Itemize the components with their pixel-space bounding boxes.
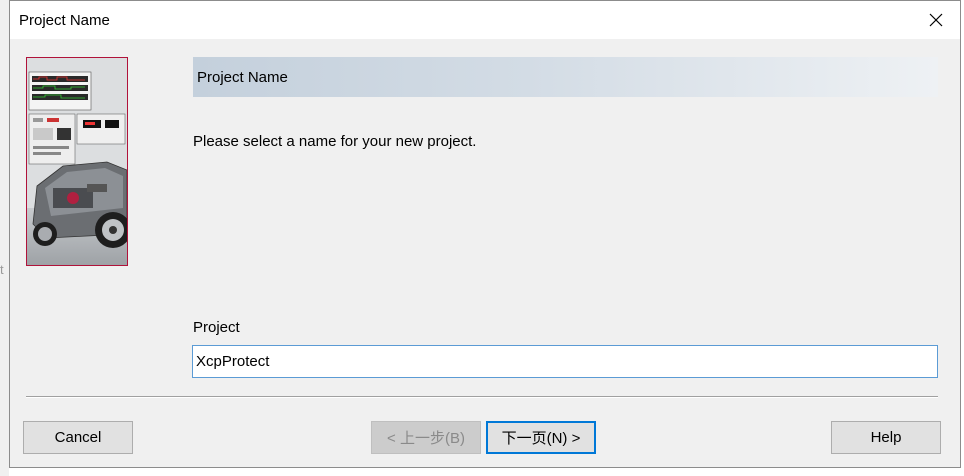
cancel-button[interactable]: Cancel (23, 421, 133, 454)
window-title: Project Name (19, 12, 110, 29)
separator-line (26, 396, 938, 398)
next-button[interactable]: 下一页(N) > (486, 421, 596, 454)
back-button[interactable]: < 上一步(B) (371, 421, 481, 454)
close-button[interactable] (918, 5, 954, 35)
close-icon (929, 13, 943, 27)
project-field-label: Project (193, 319, 240, 336)
project-name-input[interactable] (192, 345, 938, 378)
help-button[interactable]: Help (831, 421, 941, 454)
wizard-side-image (26, 57, 128, 266)
page-header-band: Project Name (193, 57, 938, 97)
background-app-strip: t (0, 0, 9, 476)
instruction-text: Please select a name for your new projec… (193, 133, 477, 150)
background-partial-text: t (0, 262, 4, 277)
car-illustration (27, 58, 127, 265)
page-header-title: Project Name (197, 69, 288, 86)
title-bar: Project Name (10, 1, 960, 39)
project-name-dialog: Project Name Project Name Please select … (9, 0, 961, 468)
